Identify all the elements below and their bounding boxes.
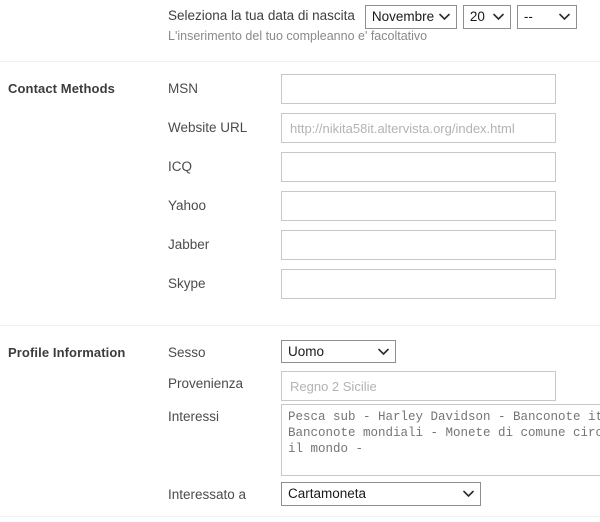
field-control-yahoo: [281, 191, 600, 221]
field-control-interessato-a: Cartamoneta: [281, 482, 600, 506]
field-control-icq: [281, 152, 600, 182]
field-control-provenienza: [281, 371, 600, 401]
website-url-input[interactable]: [281, 113, 556, 143]
sesso-value: Uomo: [288, 344, 325, 359]
provenienza-input[interactable]: [281, 371, 556, 401]
form-row-provenienza: Provenienza: [0, 371, 600, 404]
birthdate-block: Seleziona la tua data di nascita Novembr…: [0, 0, 600, 52]
form-row-yahoo: Yahoo: [0, 191, 600, 222]
birthdate-day-value: 20: [469, 9, 485, 24]
msn-input[interactable]: [281, 74, 556, 104]
field-label-msn: MSN: [168, 81, 198, 96]
field-label-provenienza: Provenienza: [168, 376, 244, 391]
chevron-down-icon: [493, 6, 504, 28]
field-label-yahoo: Yahoo: [168, 198, 207, 213]
form-row-icq: ICQ: [0, 152, 600, 183]
birthdate-month-value: Novembre: [371, 9, 435, 24]
section-divider: [0, 325, 600, 326]
jabber-input[interactable]: [281, 230, 556, 260]
form-row-msn: Contact Methods MSN: [0, 74, 600, 105]
birthdate-prompt-label: Seleziona la tua data di nascita: [168, 8, 355, 23]
form-row-website-url: Website URL: [0, 113, 600, 144]
field-control-jabber: [281, 230, 600, 260]
field-label-website-url: Website URL: [168, 120, 248, 135]
interessato-a-value: Cartamoneta: [288, 486, 367, 501]
field-control-interessi: [281, 404, 600, 476]
profile-information-section: Profile Information Sesso Uomo Provenien…: [0, 340, 600, 510]
birthdate-month-select[interactable]: Novembre: [364, 5, 457, 29]
yahoo-input[interactable]: [281, 191, 556, 221]
chevron-down-icon: [378, 341, 389, 362]
form-row-skype: Skype: [0, 269, 600, 300]
skype-input[interactable]: [281, 269, 556, 299]
sesso-select[interactable]: Uomo: [281, 340, 396, 363]
section-divider: [0, 61, 600, 62]
birthdate-year-value: --: [523, 9, 533, 24]
birthdate-row: Seleziona la tua data di nascita Novembr…: [168, 5, 577, 29]
field-control-website-url: [281, 113, 600, 143]
form-row-jabber: Jabber: [0, 230, 600, 261]
birthdate-year-select[interactable]: --: [516, 5, 577, 29]
form-row-interessi: Interessi: [0, 404, 600, 482]
form-row-sesso: Profile Information Sesso Uomo: [0, 340, 600, 371]
contact-methods-section: Contact Methods MSN Website URL ICQ Yaho…: [0, 74, 600, 300]
contact-methods-heading: Contact Methods: [8, 81, 115, 96]
form-row-interessato-a: Interessato a Cartamoneta: [0, 482, 600, 510]
field-control-sesso: Uomo: [281, 340, 600, 363]
interessi-textarea[interactable]: [281, 404, 600, 476]
chevron-down-icon: [463, 483, 474, 505]
field-label-sesso: Sesso: [168, 345, 206, 360]
field-control-skype: [281, 269, 600, 299]
profile-information-heading: Profile Information: [8, 345, 126, 360]
field-control-msn: [281, 74, 600, 104]
icq-input[interactable]: [281, 152, 556, 182]
chevron-down-icon: [439, 6, 450, 28]
field-label-skype: Skype: [168, 276, 206, 291]
field-label-interessi: Interessi: [168, 409, 220, 424]
chevron-down-icon: [559, 6, 570, 28]
birthdate-day-select[interactable]: 20: [462, 5, 511, 29]
section-divider: [0, 516, 600, 517]
field-label-jabber: Jabber: [168, 237, 210, 252]
field-label-icq: ICQ: [168, 159, 193, 174]
profile-settings-page: Seleziona la tua data di nascita Novembr…: [0, 0, 600, 522]
interessato-a-select[interactable]: Cartamoneta: [281, 482, 481, 506]
field-label-interessato-a: Interessato a: [168, 487, 247, 502]
birthdate-helper-text: L'inserimento del tuo compleanno e' faco…: [168, 29, 428, 43]
